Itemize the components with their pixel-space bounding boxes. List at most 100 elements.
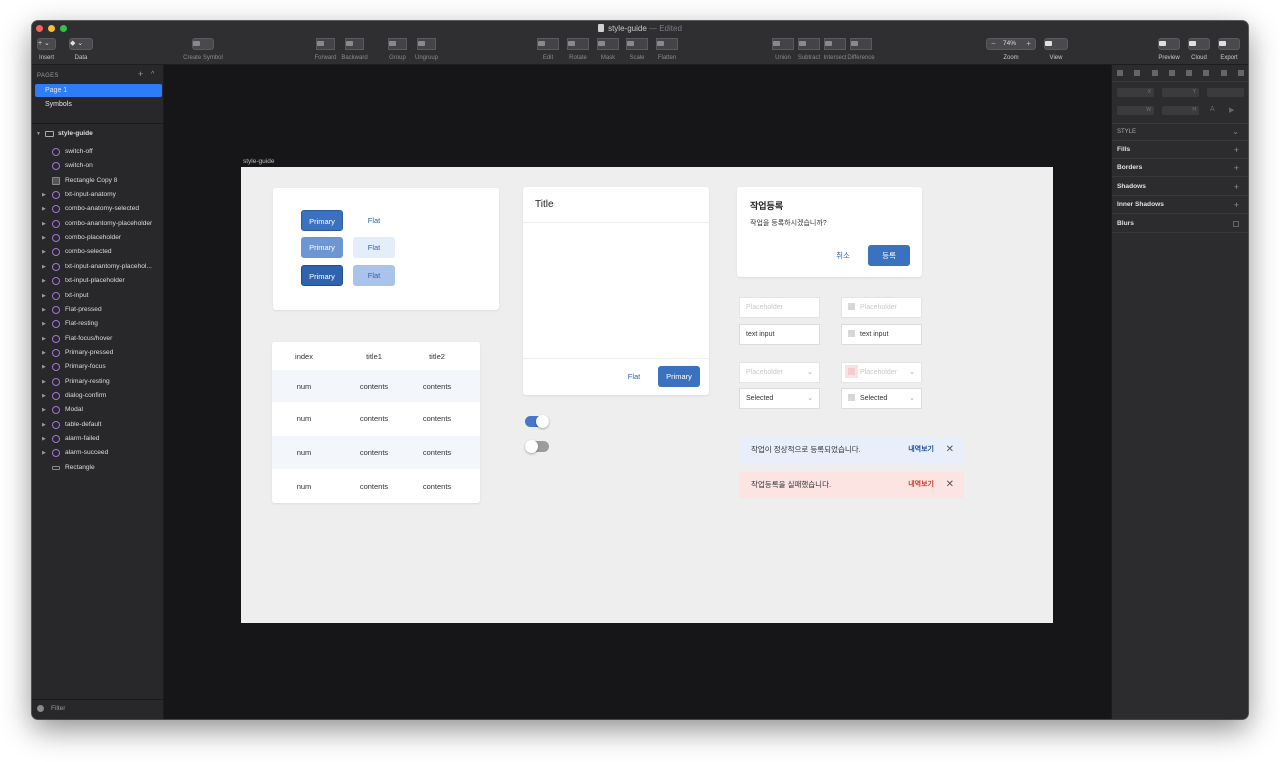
disclosure-icon[interactable]: ▶ [42, 418, 46, 432]
table-row[interactable]: num contents contents [272, 470, 480, 503]
layer-item[interactable]: ▶ Flat-pressed [32, 303, 164, 317]
dialog-confirm-button[interactable]: 등록 [868, 245, 910, 266]
style-header[interactable]: STYLE ⌄ [1112, 123, 1248, 141]
mask-button[interactable] [597, 38, 619, 50]
align-right-icon[interactable] [1151, 70, 1158, 76]
disclosure-icon[interactable]: ▶ [42, 188, 46, 202]
disclosure-open-icon[interactable]: ▼ [36, 127, 41, 141]
difference-button[interactable] [850, 38, 872, 50]
zoom-in-icon[interactable]: + [1026, 39, 1031, 49]
layer-item[interactable]: switch-on [32, 159, 164, 173]
artboard-label[interactable]: style-guide [243, 158, 274, 165]
layer-item[interactable]: ▶ txt-input [32, 289, 164, 303]
align-center-icon[interactable] [1134, 70, 1141, 76]
disclosure-icon[interactable]: ▶ [42, 389, 46, 403]
preview-button[interactable] [1158, 38, 1180, 50]
table-row[interactable]: num contents contents [272, 370, 480, 403]
add-icon[interactable]: + [1234, 159, 1239, 177]
switch-on[interactable] [525, 415, 549, 428]
height-field[interactable]: H [1162, 106, 1199, 115]
layer-item[interactable]: ▶ alarm-succeed [32, 446, 164, 460]
layer-item[interactable]: ▶ Primary-pressed [32, 346, 164, 360]
disclosure-icon[interactable]: ▶ [42, 403, 46, 417]
layer-item[interactable]: ▶ txt-input-anatomy [32, 188, 164, 202]
align-middle-icon[interactable] [1203, 70, 1210, 76]
x-field[interactable]: X [1117, 88, 1154, 97]
disclosure-icon[interactable]: ▶ [42, 332, 46, 346]
disclosure-icon[interactable]: ▶ [42, 274, 46, 288]
disclosure-icon[interactable]: ▶ [42, 432, 46, 446]
add-icon[interactable]: + [1234, 196, 1239, 214]
backward-button[interactable] [345, 38, 364, 50]
chevron-down-icon[interactable]: ⌄ [1232, 123, 1239, 141]
flatten-button[interactable] [656, 38, 678, 50]
zoom-out-icon[interactable]: − [991, 39, 996, 49]
table-row[interactable]: num contents contents [272, 436, 480, 469]
style-row-borders[interactable]: Borders + [1112, 159, 1248, 178]
layer-item[interactable]: ▶ combo-anatomy-selected [32, 202, 164, 216]
add-icon[interactable]: + [1234, 141, 1239, 159]
collapse-pages-icon[interactable]: ^ [151, 71, 154, 78]
align-left-icon[interactable] [1117, 70, 1123, 76]
cloud-button[interactable] [1188, 38, 1210, 50]
flat-button-resting[interactable]: Flat [353, 210, 395, 231]
layer-item[interactable]: ▶ combo-selected [32, 245, 164, 259]
align-top-icon[interactable] [1186, 70, 1193, 76]
primary-button-focus[interactable]: Primary [301, 237, 343, 258]
txt-input[interactable]: text input [739, 324, 820, 345]
primary-button-resting[interactable]: Primary [301, 210, 343, 231]
align-bottom-icon[interactable] [1220, 70, 1227, 76]
txt-input-anatomy[interactable]: text input [841, 324, 922, 345]
modal-primary-button[interactable]: Primary [658, 366, 700, 387]
rotation-field[interactable] [1207, 88, 1244, 97]
layer-item[interactable]: ▶ table-default [32, 418, 164, 432]
layer-item[interactable]: ▶ Flat-focus/hover [32, 332, 164, 346]
scale-button[interactable] [626, 38, 648, 50]
txt-input-placeholder[interactable]: Placeholder [739, 297, 820, 318]
filter-icon[interactable] [37, 705, 44, 712]
add-page-icon[interactable]: + [138, 69, 143, 79]
style-row-fills[interactable]: Fills + [1112, 141, 1248, 159]
disclosure-icon[interactable]: ▶ [42, 231, 46, 245]
export-button[interactable] [1218, 38, 1240, 50]
view-button[interactable] [1044, 38, 1068, 50]
layer-item[interactable]: switch-off [32, 145, 164, 159]
primary-button-pressed[interactable]: Primary [301, 265, 343, 286]
combo-selected[interactable]: Selected ⌄ [739, 388, 820, 409]
modal[interactable]: Title Flat Primary [523, 187, 709, 395]
combo-placeholder[interactable]: Placeholder ⌄ [739, 362, 820, 383]
group-button[interactable] [388, 38, 407, 50]
combo-anatomy-placeholder[interactable]: Placeholder ⌄ [841, 362, 922, 383]
disclosure-icon[interactable]: ▶ [42, 375, 46, 389]
page-item-page-1[interactable]: Page 1 [35, 84, 162, 97]
layer-item[interactable]: ▶ Flat-resting [32, 317, 164, 331]
union-button[interactable] [772, 38, 794, 50]
toggle-checkbox[interactable] [1233, 220, 1239, 227]
subtract-button[interactable] [798, 38, 820, 50]
buttons-card[interactable]: Primary Flat Primary Flat Primary Flat [273, 188, 499, 310]
style-row-inner-shadows[interactable]: Inner Shadows + [1112, 196, 1248, 215]
filter-input[interactable]: Filter [51, 705, 65, 712]
distribute-v-icon[interactable] [1237, 70, 1244, 76]
style-row-shadows[interactable]: Shadows + [1112, 178, 1248, 196]
dialog-confirm[interactable]: 작업등록 작업을 등록하시겠습니까? 취소 등록 [737, 187, 922, 277]
combo-anatomy-selected[interactable]: Selected ⌄ [841, 388, 922, 409]
layer-item[interactable]: ▶ combo-placeholder [32, 231, 164, 245]
create-symbol-button[interactable] [192, 38, 214, 50]
flat-button-pressed[interactable]: Flat [353, 265, 395, 286]
distribute-h-icon[interactable] [1168, 70, 1175, 76]
toast-action-link[interactable]: 내역보기 [908, 472, 934, 498]
disclosure-icon[interactable]: ▶ [42, 245, 46, 259]
layer-item[interactable]: ▶ Modal [32, 403, 164, 417]
dialog-cancel-button[interactable]: 취소 [822, 245, 864, 266]
disclosure-icon[interactable]: ▶ [42, 446, 46, 460]
ungroup-button[interactable] [417, 38, 436, 50]
artboard[interactable]: Primary Flat Primary Flat Primary Flat i… [241, 167, 1053, 623]
page-item-symbols[interactable]: Symbols [35, 98, 162, 111]
modal-flat-button[interactable]: Flat [613, 366, 655, 387]
layer-item[interactable]: Rectangle Copy 8 [32, 174, 164, 188]
width-field[interactable]: W [1117, 106, 1154, 115]
disclosure-icon[interactable]: ▶ [42, 317, 46, 331]
edit-button[interactable] [537, 38, 559, 50]
switch-off[interactable] [525, 440, 549, 453]
